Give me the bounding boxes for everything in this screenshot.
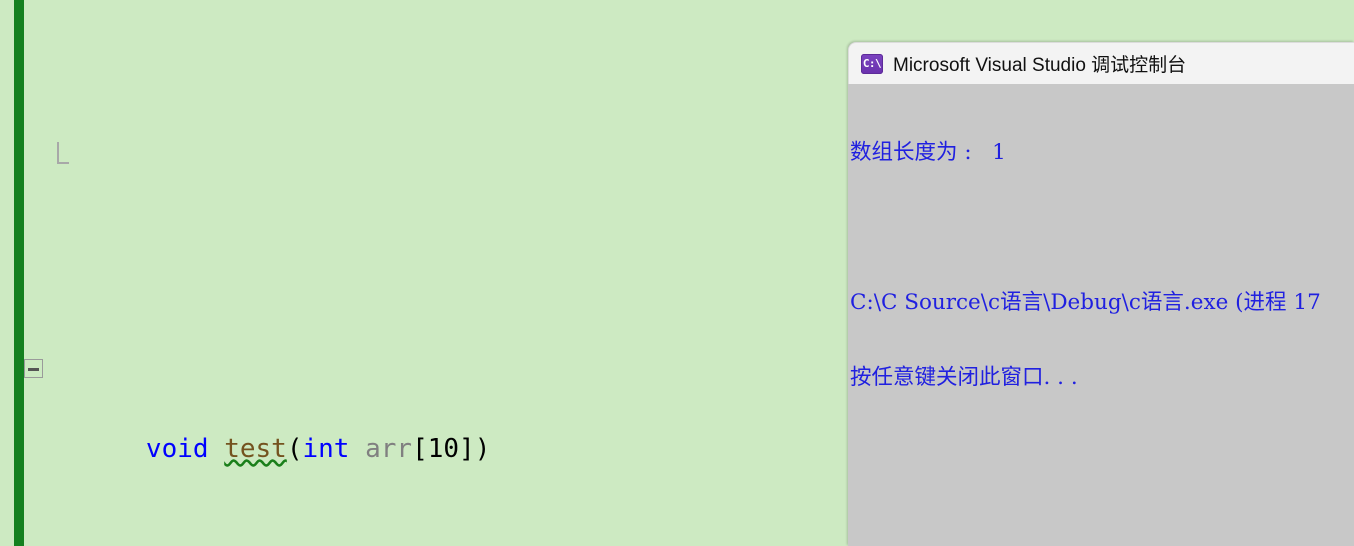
console-output-line-blank (850, 215, 1354, 240)
console-app-icon: C:\ (861, 53, 883, 74)
console-output[interactable]: 数组长度为 : 1 C:\C Source\c语言\Debug\c语言.exe … (848, 84, 1354, 546)
code-line-func-signature-text: void test(int arr[10]) (145, 434, 491, 464)
console-output-line: 数组长度为 : 1 (850, 140, 1006, 165)
console-output-line: 按任意键关闭此窗口. . . (850, 365, 1078, 390)
outline-guide-stub (57, 142, 69, 164)
console-titlebar[interactable]: C:\ Microsoft Visual Studio 调试控制台 (848, 42, 1354, 84)
console-window-title: Microsoft Visual Studio 调试控制台 (893, 55, 1187, 76)
debug-console-window[interactable]: C:\ Microsoft Visual Studio 调试控制台 数组长度为 … (848, 42, 1354, 546)
unsaved-changes-bar (14, 0, 24, 546)
console-output-line: C:\C Source\c语言\Debug\c语言.exe (进程 17 (850, 290, 1321, 315)
fold-collapse-icon-test[interactable] (24, 359, 43, 378)
